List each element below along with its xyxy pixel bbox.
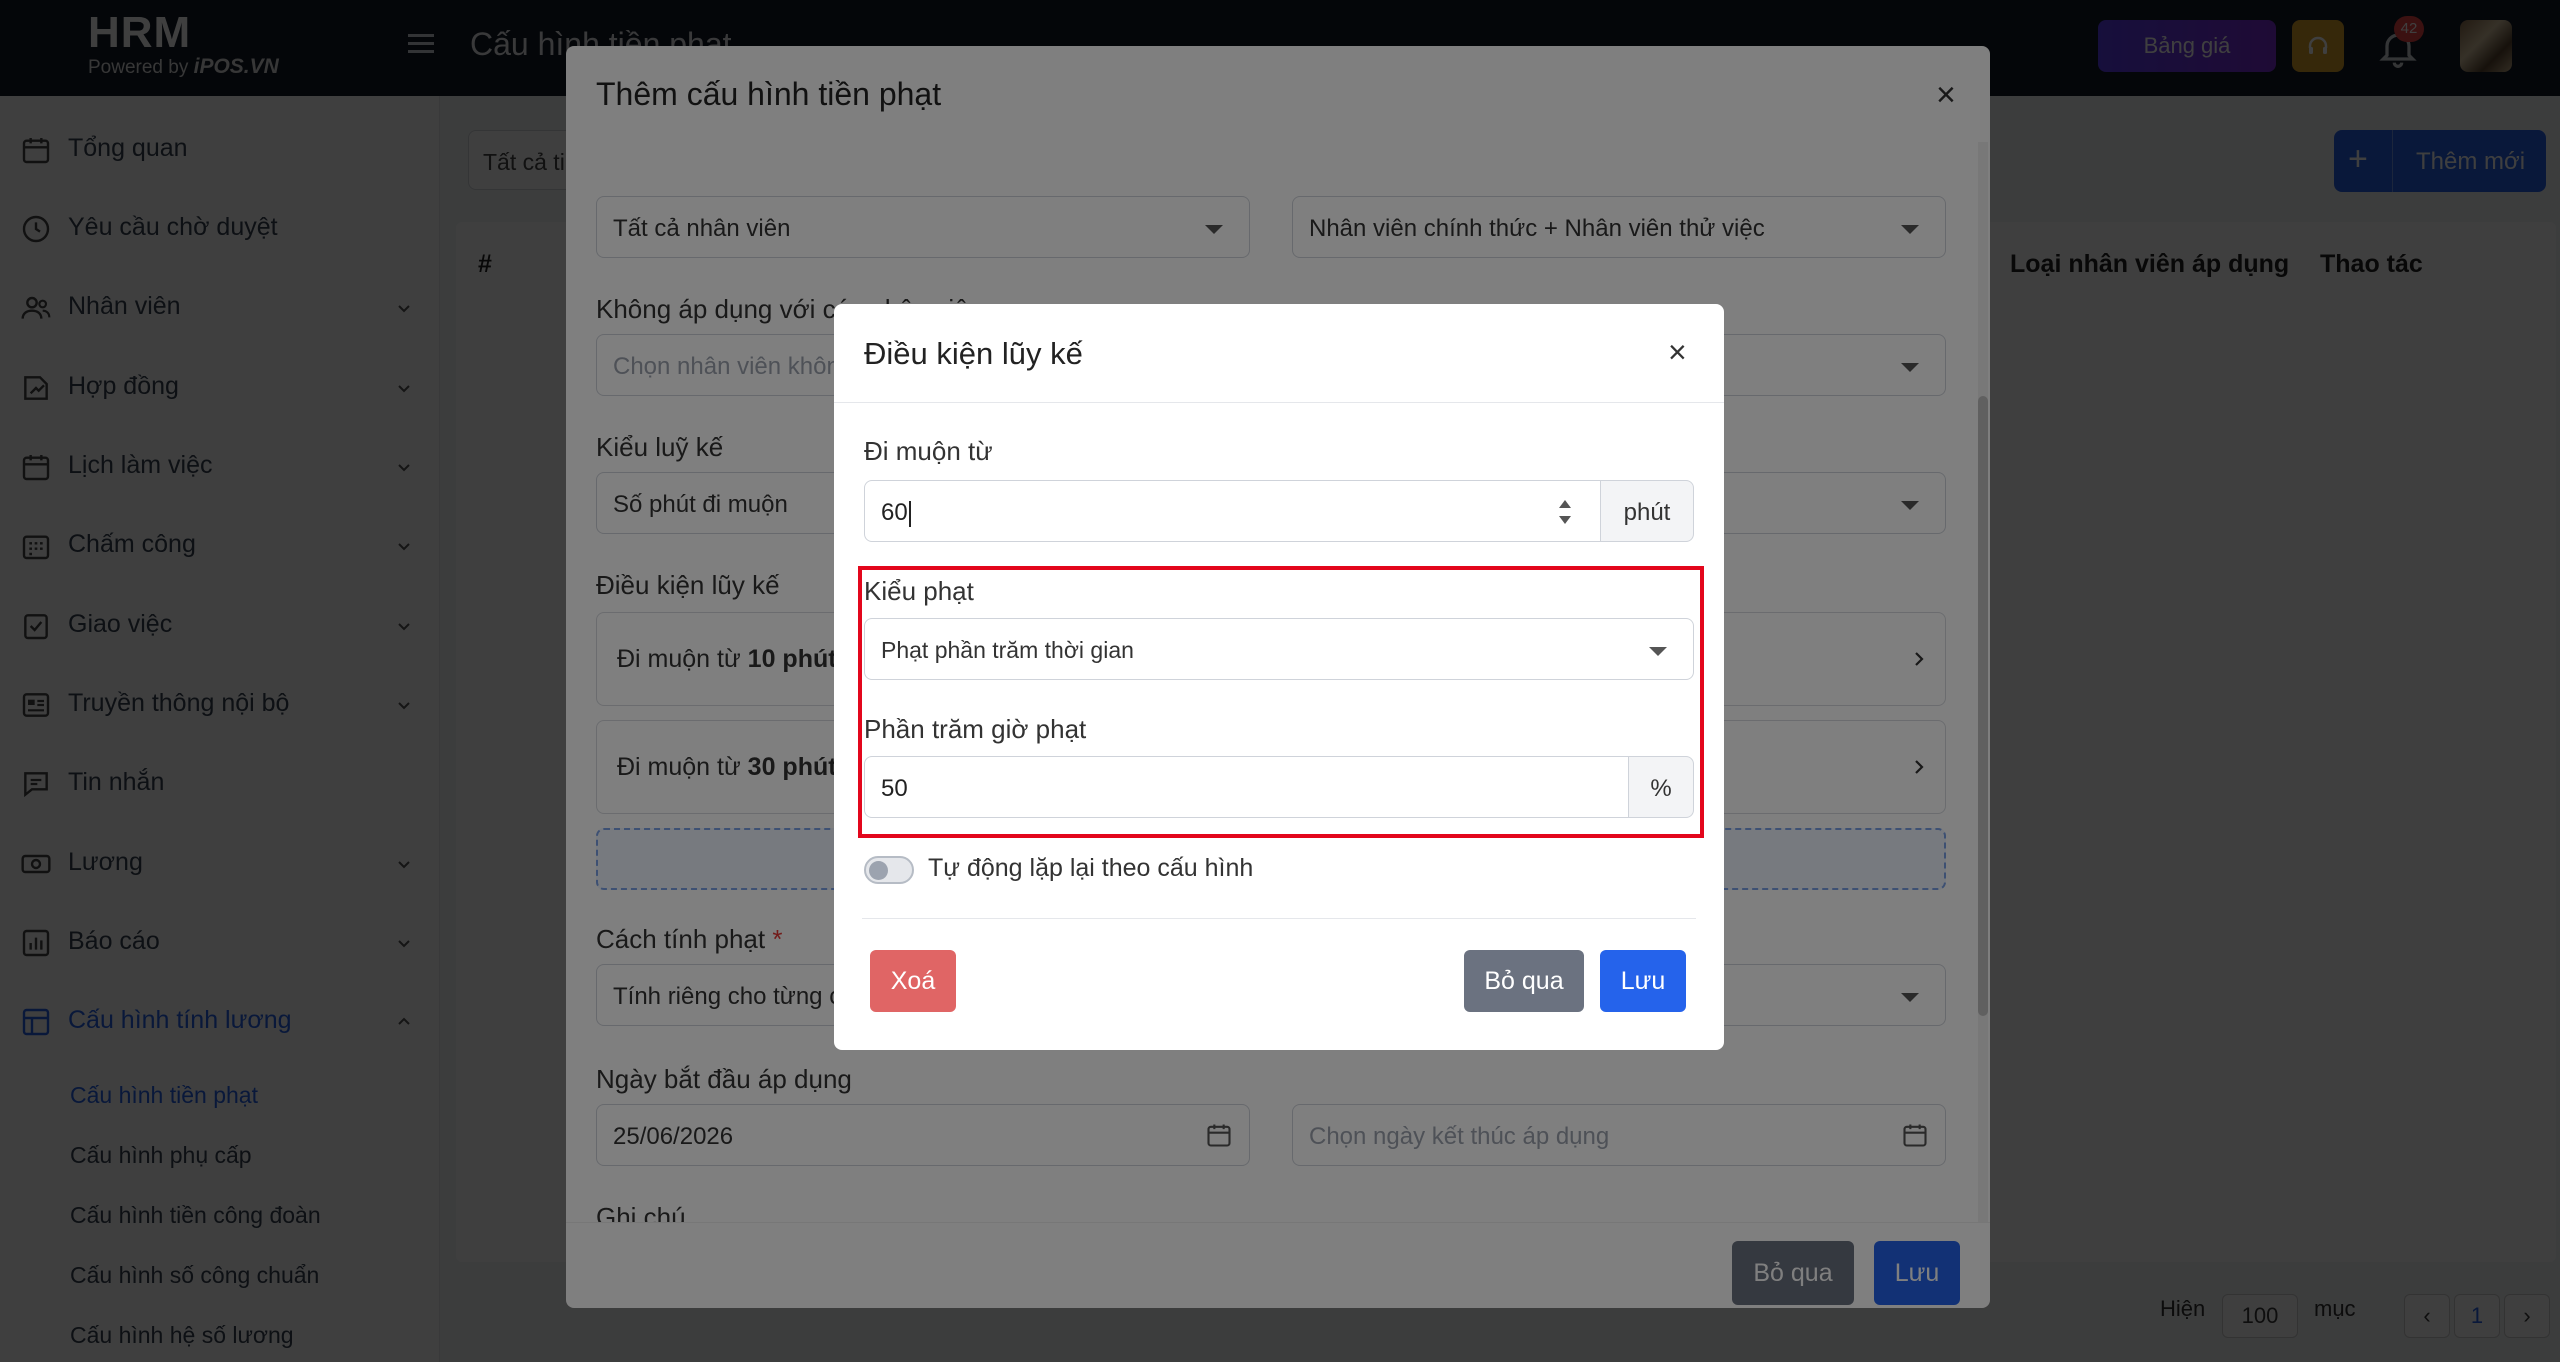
accum-condition-modal: Điều kiện lũy kế × Đi muộn từ 60 phút Ki…: [834, 304, 1724, 1050]
late-from-label: Đi muộn từ: [864, 436, 993, 466]
cancel-button[interactable]: Bỏ qua: [1464, 950, 1584, 1012]
percent-unit-addon: %: [1628, 756, 1694, 818]
close-icon[interactable]: ×: [1668, 336, 1687, 368]
auto-repeat-label: Tự động lặp lại theo cấu hình: [928, 854, 1254, 882]
save-button[interactable]: Lưu: [1600, 950, 1686, 1012]
caret-down-icon: [1649, 647, 1667, 656]
penalty-type-select[interactable]: Phạt phần trăm thời gian: [864, 618, 1694, 680]
text-caret: [908, 500, 911, 527]
late-from-value: 60: [881, 499, 908, 526]
penalty-percent-label: Phần trăm giờ phạt: [864, 714, 1087, 744]
delete-button[interactable]: Xoá: [870, 950, 956, 1012]
penalty-type-label: Kiểu phạt: [864, 576, 974, 606]
number-stepper-icon[interactable]: [1555, 493, 1575, 531]
penalty-percent-input[interactable]: 50: [864, 756, 1630, 818]
late-from-input[interactable]: 60: [864, 480, 1602, 542]
late-unit-addon: phút: [1600, 480, 1694, 542]
penalty-type-value: Phạt phần trăm thời gian: [881, 637, 1134, 663]
modal-title: Điều kiện lũy kế: [864, 336, 1083, 371]
auto-repeat-toggle[interactable]: [864, 856, 914, 884]
